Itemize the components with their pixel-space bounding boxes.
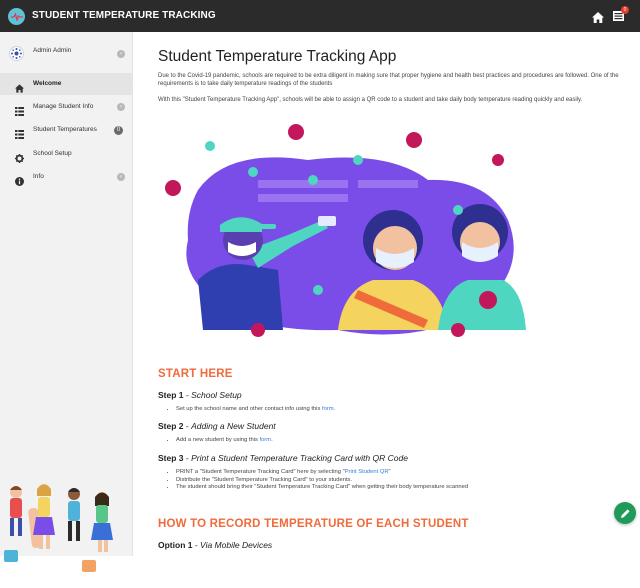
intro-paragraph: Due to the Covid-19 pandemic, schools ar…	[158, 73, 619, 87]
chevron-left-icon[interactable]: ‹	[117, 103, 125, 111]
chevron-left-icon[interactable]: ‹	[117, 50, 125, 58]
sidebar-item-info[interactable]: Info ‹	[0, 166, 133, 188]
info-icon	[15, 173, 24, 186]
step-1-heading: Step 1 - School Setup	[158, 390, 242, 400]
pencil-icon	[620, 508, 630, 518]
home-icon[interactable]	[592, 10, 604, 28]
sidebar: Admin Admin ‹ Welcome Manage Student Inf…	[0, 32, 133, 572]
start-here-heading: START HERE	[158, 368, 233, 380]
step-1-bullets: Set up the school name and other contact…	[173, 406, 335, 414]
children-illustration	[4, 484, 113, 572]
sidebar-item-welcome[interactable]: Welcome	[0, 73, 133, 95]
list-icon	[15, 126, 24, 139]
app-logo-icon[interactable]	[8, 8, 25, 25]
sidebar-item-manage-student-info[interactable]: Manage Student Info ‹	[0, 96, 133, 118]
step-number: Step 3	[158, 453, 184, 463]
sidebar-item-label: Info	[33, 173, 44, 180]
bullet-text: .	[271, 437, 273, 443]
sidebar-item-label: Student Temperatures	[33, 126, 97, 133]
bullet-text: PRINT a "Student Temperature Tracking Ca…	[176, 469, 345, 475]
step-2-heading: Step 2 - Adding a New Student	[158, 421, 276, 431]
gear-icon	[15, 150, 24, 163]
bullet-text: "	[388, 469, 391, 475]
step-title: Adding a New Student	[191, 421, 276, 431]
bullet-text: Add a new student by using this	[176, 437, 260, 443]
main-content: Student Temperature Tracking App Due to …	[133, 32, 640, 556]
sidebar-item-student-temperatures[interactable]: Student Temperatures 0	[0, 119, 133, 141]
app-title[interactable]: STUDENT TEMPERATURE TRACKING	[32, 10, 216, 21]
list-item: The student should bring their "Student …	[176, 484, 468, 492]
grid-icon	[15, 103, 24, 116]
option-1-heading: Option 1 - Via Mobile Devices	[158, 540, 273, 550]
message-count-badge: 0	[621, 6, 629, 14]
sidebar-item-label: Welcome	[33, 80, 62, 87]
step-title: Print a Student Temperature Tracking Car…	[191, 453, 408, 463]
intro-paragraph: With this "Student Temperature Tracking …	[158, 97, 583, 103]
home-icon	[15, 80, 24, 93]
step-title: School Setup	[191, 390, 242, 400]
count-badge: 0	[114, 126, 123, 135]
sidebar-item-label: Manage Student Info	[33, 103, 94, 110]
hero-illustration	[165, 124, 526, 337]
sidebar-item-label: School Setup	[33, 150, 72, 157]
page-title: Student Temperature Tracking App	[158, 48, 397, 65]
add-student-form-link[interactable]: form	[259, 437, 271, 443]
list-item: PRINT a "Student Temperature Tracking Ca…	[176, 469, 468, 477]
user-name: Admin Admin	[33, 47, 72, 54]
option-number: Option 1	[158, 540, 193, 550]
list-item: Add a new student by using this form.	[176, 437, 273, 445]
avatar	[9, 46, 24, 61]
bullet-text: Set up the school name and other contact…	[176, 406, 322, 412]
step-3-bullets: PRINT a "Student Temperature Tracking Ca…	[173, 469, 468, 492]
step-number: Step 1	[158, 390, 184, 400]
edit-fab-button[interactable]	[614, 502, 636, 524]
school-setup-form-link[interactable]: form	[322, 406, 334, 412]
list-item: Set up the school name and other contact…	[176, 406, 335, 414]
sidebar-item-school-setup[interactable]: School Setup	[0, 143, 133, 165]
user-profile[interactable]: Admin Admin ‹	[0, 40, 133, 68]
chevron-left-icon[interactable]: ‹	[117, 173, 125, 181]
top-bar: STUDENT TEMPERATURE TRACKING 0	[0, 0, 640, 32]
step-3-heading: Step 3 - Print a Student Temperature Tra…	[158, 453, 408, 463]
step-number: Step 2	[158, 421, 184, 431]
option-title: Via Mobile Devices	[200, 540, 273, 550]
how-to-record-heading: HOW TO RECORD TEMPERATURE OF EACH STUDEN…	[158, 518, 469, 530]
list-item: Distribute the "Student Temperature Trac…	[176, 477, 468, 485]
step-2-bullets: Add a new student by using this form.	[173, 437, 273, 445]
print-student-qr-link[interactable]: Print Student QR	[345, 469, 389, 475]
bullet-text: .	[333, 406, 336, 412]
